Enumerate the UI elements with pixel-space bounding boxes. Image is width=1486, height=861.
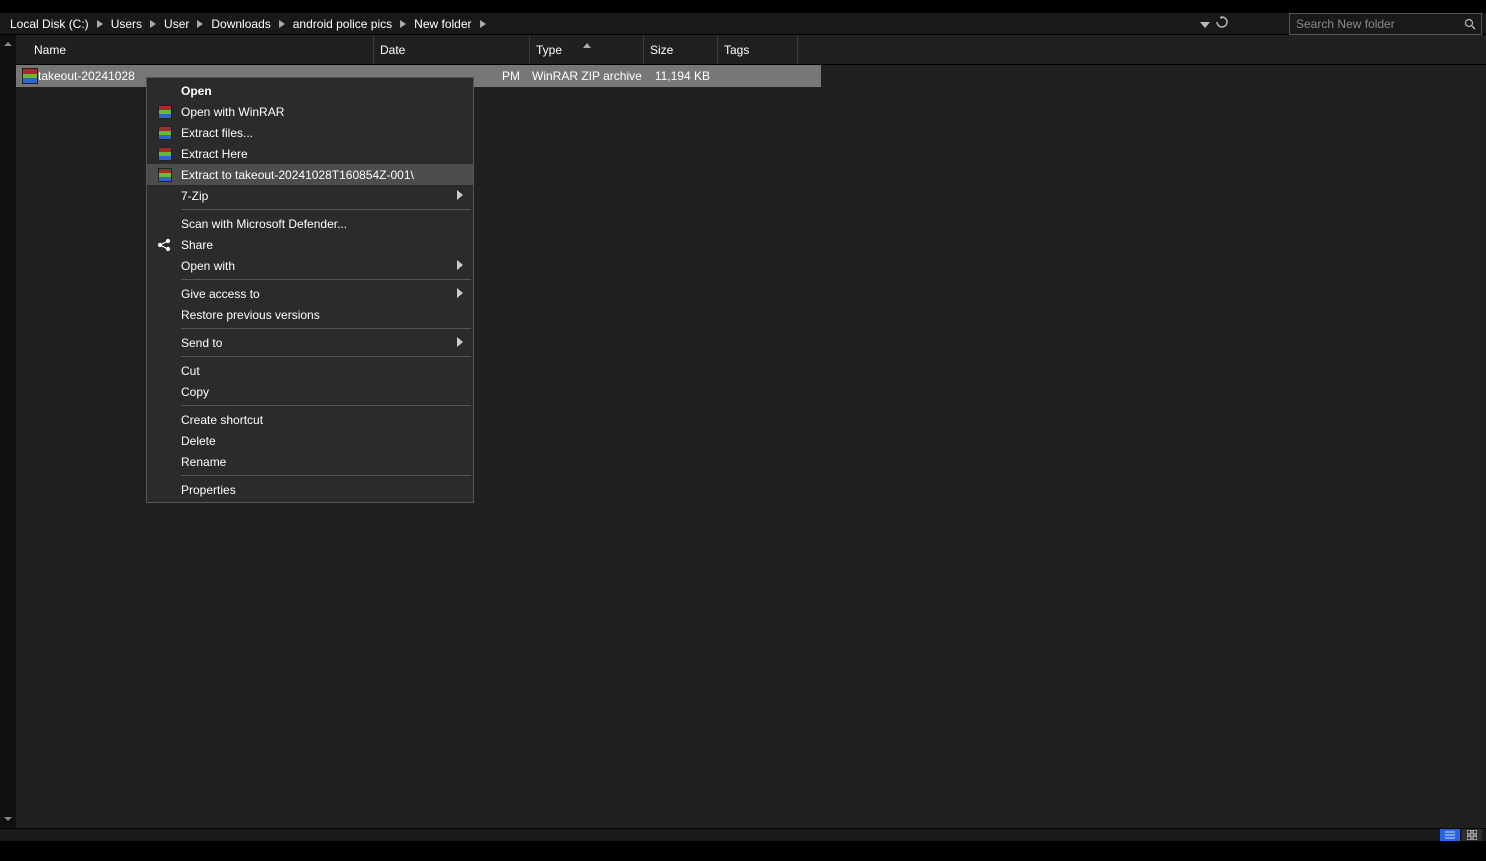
menu-send-to-label: Send to — [181, 336, 222, 350]
chevron-right-icon[interactable] — [476, 20, 490, 28]
menu-extract-files[interactable]: Extract files... — [147, 122, 473, 143]
menu-extract-to-folder-label: Extract to takeout-20241028T160854Z-001\ — [181, 168, 414, 182]
search-box — [1289, 13, 1482, 35]
history-dropdown-icon[interactable] — [1200, 17, 1210, 31]
share-icon — [157, 237, 173, 253]
menu-rename-label: Rename — [181, 455, 226, 469]
menu-give-access-to[interactable]: Give access to — [147, 283, 473, 304]
column-header-tags[interactable]: Tags — [718, 35, 798, 64]
chevron-right-icon — [457, 287, 463, 301]
breadcrumb-segment[interactable]: New folder — [410, 13, 475, 34]
column-header-size[interactable]: Size — [644, 35, 718, 64]
menu-share-label: Share — [181, 238, 213, 252]
menu-restore-versions-label: Restore previous versions — [181, 308, 320, 322]
menu-open-label: Open — [181, 84, 212, 98]
menu-properties[interactable]: Properties — [147, 479, 473, 500]
menu-properties-label: Properties — [181, 483, 236, 497]
context-menu: Open Open with WinRAR Extract files... E… — [146, 77, 474, 503]
chevron-right-icon[interactable] — [146, 20, 160, 28]
menu-separator — [181, 475, 471, 476]
nav-scrollbar — [0, 35, 16, 828]
breadcrumb-segment[interactable]: Local Disk (C:) — [6, 13, 93, 34]
file-tags — [718, 65, 798, 87]
column-header-date[interactable]: Date — [374, 35, 530, 64]
archive-file-icon — [18, 68, 38, 84]
menu-delete-label: Delete — [181, 434, 216, 448]
menu-extract-here-label: Extract Here — [181, 147, 248, 161]
menu-seven-zip[interactable]: 7-Zip — [147, 185, 473, 206]
menu-extract-files-label: Extract files... — [181, 126, 253, 140]
menu-separator — [181, 328, 471, 329]
chevron-right-icon[interactable] — [93, 20, 107, 28]
menu-cut-label: Cut — [181, 364, 200, 378]
menu-open-with-winrar[interactable]: Open with WinRAR — [147, 101, 473, 122]
chevron-right-icon — [457, 259, 463, 273]
breadcrumb: Local Disk (C:) Users User Downloads and… — [0, 13, 490, 34]
ribbon-strip — [0, 0, 1486, 13]
chevron-right-icon — [457, 189, 463, 203]
breadcrumb-segment[interactable]: android police pics — [289, 13, 396, 34]
menu-separator — [181, 356, 471, 357]
breadcrumb-segment[interactable]: User — [160, 13, 193, 34]
defender-icon — [157, 217, 171, 231]
menu-send-to[interactable]: Send to — [147, 332, 473, 353]
menu-scan-defender[interactable]: Scan with Microsoft Defender... — [147, 213, 473, 234]
taskbar-strip — [0, 841, 1486, 861]
address-bar-tools — [1200, 13, 1228, 34]
menu-separator — [181, 405, 471, 406]
menu-scan-defender-label: Scan with Microsoft Defender... — [181, 217, 347, 231]
details-view-toggle[interactable] — [1440, 829, 1460, 842]
sort-ascending-icon — [583, 37, 591, 51]
menu-create-shortcut-label: Create shortcut — [181, 413, 263, 427]
menu-extract-here[interactable]: Extract Here — [147, 143, 473, 164]
chevron-right-icon[interactable] — [193, 20, 207, 28]
menu-cut[interactable]: Cut — [147, 360, 473, 381]
winrar-icon — [157, 104, 173, 120]
winrar-icon — [157, 125, 173, 141]
file-name: takeout-20241028 — [38, 69, 135, 83]
column-header-type[interactable]: Type — [530, 35, 644, 64]
menu-restore-versions[interactable]: Restore previous versions — [147, 304, 473, 325]
file-size: 11,194 KB — [644, 65, 718, 87]
menu-separator — [181, 209, 471, 210]
column-header-type-label: Type — [536, 43, 562, 57]
menu-open-with-winrar-label: Open with WinRAR — [181, 105, 284, 119]
status-bar — [0, 828, 1486, 841]
menu-give-access-to-label: Give access to — [181, 287, 260, 301]
menu-open[interactable]: Open — [147, 80, 473, 101]
menu-seven-zip-label: 7-Zip — [181, 189, 208, 203]
chevron-right-icon[interactable] — [275, 20, 289, 28]
breadcrumb-segment[interactable]: Downloads — [207, 13, 274, 34]
menu-rename[interactable]: Rename — [147, 451, 473, 472]
chevron-right-icon[interactable] — [396, 20, 410, 28]
column-header-name[interactable]: Name — [16, 35, 374, 64]
menu-open-with-label: Open with — [181, 259, 235, 273]
menu-copy-label: Copy — [181, 385, 209, 399]
search-icon[interactable] — [1459, 18, 1481, 30]
menu-open-with[interactable]: Open with — [147, 255, 473, 276]
winrar-icon — [157, 146, 173, 162]
chevron-right-icon — [457, 336, 463, 350]
menu-extract-to-folder[interactable]: Extract to takeout-20241028T160854Z-001\ — [147, 164, 473, 185]
menu-delete[interactable]: Delete — [147, 430, 473, 451]
address-bar: Local Disk (C:) Users User Downloads and… — [0, 13, 1486, 35]
menu-create-shortcut[interactable]: Create shortcut — [147, 409, 473, 430]
winrar-icon — [157, 167, 173, 183]
menu-separator — [181, 279, 471, 280]
column-headers: Name Date Type Size Tags — [16, 35, 1486, 65]
menu-share[interactable]: Share — [147, 234, 473, 255]
breadcrumb-segment[interactable]: Users — [107, 13, 146, 34]
scroll-up-icon[interactable] — [0, 35, 16, 53]
thumbnails-view-toggle[interactable] — [1462, 829, 1482, 842]
scroll-down-icon[interactable] — [0, 810, 16, 828]
search-input[interactable] — [1290, 14, 1459, 34]
refresh-icon[interactable] — [1216, 16, 1228, 31]
menu-copy[interactable]: Copy — [147, 381, 473, 402]
file-type: WinRAR ZIP archive — [530, 65, 644, 87]
